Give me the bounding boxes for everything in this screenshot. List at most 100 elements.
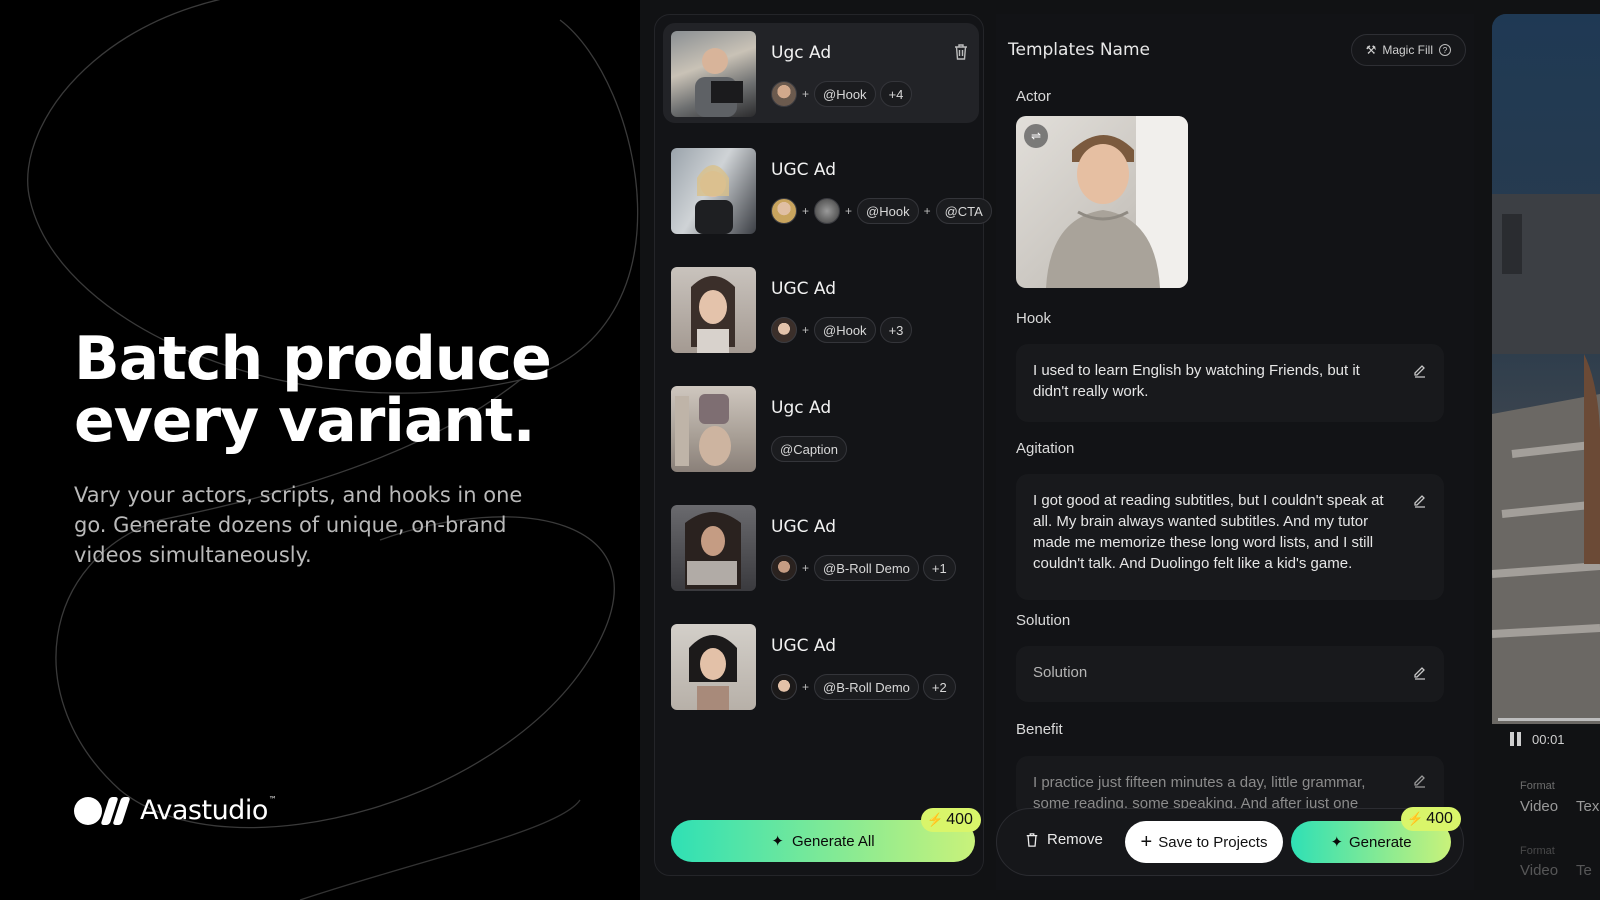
lightning-icon: ⚡ (927, 812, 944, 827)
template-tags: + @B-Roll Demo +1 (771, 555, 956, 581)
plus-separator: + (923, 204, 931, 218)
hook-label: Hook (1016, 310, 1052, 327)
tag-chip: @Hook (814, 317, 876, 343)
more-count-chip: +4 (879, 81, 913, 107)
template-item[interactable]: UGC Ad + @Hook +3 (663, 259, 979, 359)
template-title: UGC Ad (771, 517, 837, 537)
preview-frame (1492, 14, 1600, 724)
hero-panel: Batch produce every variant. Vary your a… (0, 0, 640, 900)
pause-icon[interactable] (1510, 732, 1522, 746)
template-thumbnail (671, 386, 756, 472)
format-text-2: Te (1576, 862, 1592, 879)
template-item[interactable]: Ugc Ad + @Hook +4 (663, 23, 979, 123)
benefit-label: Benefit (1016, 721, 1063, 738)
format-video-2: Video (1520, 862, 1559, 879)
plus-separator: + (845, 204, 853, 218)
magic-wand-icon: ⚒ (1365, 43, 1377, 57)
hero-title: Batch produce every variant. (74, 324, 552, 456)
hook-text: I used to learn English by watching Frie… (1033, 362, 1360, 400)
progress-bar[interactable] (1498, 718, 1600, 721)
lightning-icon: ⚡ (1407, 811, 1424, 826)
generate-all-label: Generate All (792, 832, 875, 850)
template-tags: + @Hook +3 (771, 317, 913, 343)
save-to-projects-button[interactable]: + Save to Projects (1125, 821, 1283, 863)
plus-separator: + (802, 680, 810, 694)
tag-chip: @B-Roll Demo (814, 674, 919, 700)
tag-chip: @Hook (814, 81, 876, 107)
more-count-chip: +3 (879, 317, 913, 343)
template-title: UGC Ad (771, 636, 837, 656)
more-count-chip: +2 (922, 674, 956, 700)
brand-name-text: Avastudio (140, 795, 268, 826)
save-label: Save to Projects (1158, 833, 1268, 851)
actor-avatar (771, 555, 797, 581)
brand-logo: Avastudio™ (74, 795, 277, 826)
hook-field[interactable]: I used to learn English by watching Frie… (1016, 344, 1444, 422)
edit-pencil-icon[interactable] (1412, 772, 1428, 788)
actor-image[interactable]: ⇌ (1016, 116, 1188, 288)
template-tags: @Caption (771, 436, 848, 462)
tag-chip: @Hook (857, 198, 919, 224)
action-bar: Remove + Save to Projects ✦ Generate ⚡ 4… (996, 807, 1464, 876)
swap-actor-icon[interactable]: ⇌ (1024, 124, 1048, 148)
delete-trash-icon[interactable] (953, 43, 969, 61)
actor-label: Actor (1016, 88, 1052, 105)
credits-badge: ⚡ 400 (1401, 807, 1461, 831)
magic-fill-button[interactable]: ⚒ Magic Fill ? (1350, 34, 1466, 66)
actor-avatar (771, 198, 797, 224)
template-thumbnail (671, 31, 756, 117)
solution-field[interactable]: Solution (1016, 646, 1444, 702)
template-title: Ugc Ad (771, 43, 832, 63)
template-item[interactable]: UGC Ad + + @Hook + @CTA (663, 140, 992, 240)
template-thumbnail (671, 505, 756, 591)
generate-label: Generate (1349, 833, 1412, 851)
hero-title-line-2: every variant. (74, 386, 536, 456)
hero-subtitle: Vary your actors, scripts, and hooks in … (74, 483, 523, 567)
solution-label: Solution (1016, 612, 1071, 629)
remove-button[interactable]: Remove (1025, 831, 1103, 848)
template-item[interactable]: UGC Ad + @B-Roll Demo +2 (663, 616, 979, 716)
plus-icon: + (1140, 831, 1153, 853)
agitation-text: I got good at reading subtitles, but I c… (1033, 492, 1384, 572)
template-item[interactable]: UGC Ad + @B-Roll Demo +1 (663, 497, 979, 597)
brand-mark-icon (74, 796, 131, 825)
format-label-2: Format (1520, 845, 1555, 857)
template-item[interactable]: Ugc Ad @Caption (663, 378, 979, 478)
edit-pencil-icon[interactable] (1412, 664, 1428, 680)
sparkle-icon: ✦ (1330, 834, 1344, 851)
brand-trademark: ™ (268, 795, 277, 804)
template-thumbnail (671, 267, 756, 353)
plus-separator: + (802, 87, 810, 101)
template-tags: + + @Hook + @CTA (771, 198, 992, 224)
template-thumbnail (671, 624, 756, 710)
benefit-text: I practice just fifteen minutes a day, l… (1033, 774, 1366, 812)
template-thumbnail (671, 148, 756, 234)
format-label: Format (1520, 780, 1555, 792)
template-list: Ugc Ad + @Hook +4 UGC Ad + + @Hook + @CT… (654, 14, 992, 876)
video-preview[interactable] (1492, 14, 1600, 724)
agitation-field[interactable]: I got good at reading subtitles, but I c… (1016, 474, 1444, 600)
tag-chip: @B-Roll Demo (814, 555, 919, 581)
tag-chip: @CTA (935, 198, 992, 224)
player-controls: 00:01 (1492, 718, 1600, 748)
benefit-field[interactable]: I practice just fifteen minutes a day, l… (1016, 756, 1444, 816)
broll-avatar (814, 198, 841, 224)
format-video: Video (1520, 798, 1559, 815)
app-window: Ugc Ad + @Hook +4 UGC Ad + + @Hook + @CT… (640, 0, 1600, 900)
help-icon: ? (1439, 44, 1451, 56)
actor-avatar (771, 317, 797, 343)
plus-separator: + (802, 561, 810, 575)
plus-separator: + (802, 323, 810, 337)
timecode: 00:01 (1532, 732, 1565, 747)
actor-avatar (771, 674, 797, 700)
solution-placeholder: Solution (1033, 664, 1088, 681)
template-editor: Templates Name ⚒ Magic Fill ? Actor ⇌ Ho… (996, 14, 1474, 890)
format-text: Tex (1576, 798, 1600, 815)
template-title: UGC Ad (771, 160, 837, 180)
edit-pencil-icon[interactable] (1412, 492, 1428, 508)
hero-title-line-1: Batch produce (74, 324, 552, 394)
template-tags: + @Hook +4 (771, 81, 913, 107)
credits-badge: ⚡ 400 (921, 808, 981, 832)
edit-pencil-icon[interactable] (1412, 362, 1428, 378)
brand-name: Avastudio™ (140, 795, 277, 826)
